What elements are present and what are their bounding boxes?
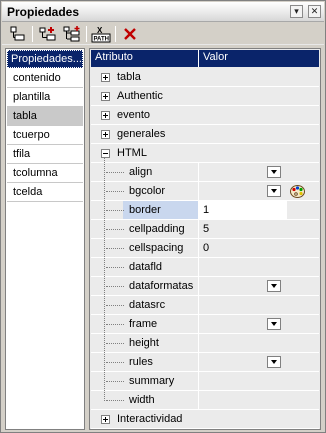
property-name: rules bbox=[129, 356, 153, 368]
property-row-align[interactable]: align bbox=[91, 163, 319, 182]
expand-icon[interactable] bbox=[101, 415, 110, 424]
property-value-field[interactable] bbox=[198, 391, 287, 409]
group-row[interactable]: Interactividad bbox=[91, 410, 319, 429]
group-label: tabla bbox=[117, 71, 141, 83]
property-value-field[interactable] bbox=[198, 182, 287, 200]
column-header-attribute[interactable]: Atributo bbox=[95, 51, 133, 63]
dropdown-arrow-icon[interactable] bbox=[267, 356, 281, 368]
group-label: evento bbox=[117, 109, 151, 121]
property-name: cellspacing bbox=[129, 242, 184, 254]
group-label: HTML bbox=[117, 147, 147, 159]
property-value: 5 bbox=[203, 223, 210, 235]
property-row-width[interactable]: width bbox=[91, 391, 319, 410]
layout-icon[interactable] bbox=[8, 25, 28, 43]
property-value-field[interactable] bbox=[198, 315, 287, 333]
element-list-panel: Propiedades... contenido plantilla tabla tc… bbox=[5, 48, 85, 430]
attribute-grid-header: Atributo Valor bbox=[91, 50, 319, 67]
window-close-button[interactable]: ✕ bbox=[308, 5, 321, 18]
property-name: datafld bbox=[129, 261, 163, 273]
property-value-field[interactable] bbox=[198, 277, 287, 295]
dropdown-arrow-icon[interactable] bbox=[267, 318, 281, 330]
property-name: border bbox=[129, 204, 161, 216]
property-name: align bbox=[129, 166, 153, 178]
dropdown-arrow-icon[interactable] bbox=[267, 185, 281, 197]
property-value: 1 bbox=[203, 204, 210, 216]
expand-icon[interactable] bbox=[101, 130, 110, 139]
group-label: generales bbox=[117, 128, 166, 140]
property-value-field[interactable]: 1 bbox=[198, 201, 287, 219]
property-row-frame[interactable]: frame bbox=[91, 315, 319, 334]
property-value-field[interactable] bbox=[198, 353, 287, 371]
element-list-item-plantilla[interactable]: plantilla bbox=[7, 88, 83, 107]
element-list-item-tcuerpo[interactable]: tcuerpo bbox=[7, 126, 83, 145]
property-value-field[interactable] bbox=[198, 372, 287, 390]
element-list-item-tabla[interactable]: tabla bbox=[7, 107, 83, 126]
property-row-datafld[interactable]: datafld bbox=[91, 258, 319, 277]
group-row[interactable]: HTML bbox=[91, 144, 319, 163]
property-name: height bbox=[129, 337, 159, 349]
property-row-cellpadding[interactable]: cellpadding 5 bbox=[91, 220, 319, 239]
expand-icon[interactable] bbox=[101, 92, 110, 101]
element-list-item-contenido[interactable]: contenido bbox=[7, 69, 83, 88]
group-row[interactable]: generales bbox=[91, 125, 319, 144]
property-value-field[interactable] bbox=[198, 163, 287, 181]
group-row[interactable]: tabla bbox=[91, 68, 319, 87]
element-list-item-tfila[interactable]: tfila bbox=[7, 145, 83, 164]
property-value: 0 bbox=[203, 242, 210, 254]
property-value-field[interactable] bbox=[198, 258, 287, 276]
dropdown-arrow-icon[interactable] bbox=[267, 280, 281, 292]
property-row-summary[interactable]: summary bbox=[91, 372, 319, 391]
xpath-label: PATH bbox=[94, 37, 109, 43]
property-name: frame bbox=[129, 318, 158, 330]
delete-icon[interactable] bbox=[120, 25, 140, 43]
element-list-item-tcolumna[interactable]: tcolumna bbox=[7, 164, 83, 183]
dropdown-arrow-icon[interactable] bbox=[267, 166, 281, 178]
property-value-field[interactable] bbox=[198, 334, 287, 352]
property-row-rules[interactable]: rules bbox=[91, 353, 319, 372]
expand-icon[interactable] bbox=[101, 111, 110, 120]
property-name: datasrc bbox=[129, 299, 166, 311]
group-row[interactable]: Authentic bbox=[91, 87, 319, 106]
element-list-item-tcelda[interactable]: tcelda bbox=[7, 183, 83, 202]
window-menu-button[interactable]: ▾ bbox=[290, 5, 303, 18]
element-list-header[interactable]: Propiedades... bbox=[7, 50, 83, 68]
property-row-cellspacing[interactable]: cellspacing 0 bbox=[91, 239, 319, 258]
property-name: summary bbox=[129, 375, 175, 387]
window-title: Propiedades bbox=[7, 5, 80, 19]
property-value-field[interactable]: 5 bbox=[198, 220, 287, 238]
column-header-value[interactable]: Valor bbox=[203, 51, 228, 63]
property-name: bgcolor bbox=[129, 185, 166, 197]
property-name: cellpadding bbox=[129, 223, 185, 235]
property-row-bgcolor[interactable]: bgcolor bbox=[91, 182, 319, 201]
add-after-icon[interactable] bbox=[62, 25, 82, 43]
collapse-icon[interactable] bbox=[101, 149, 110, 158]
property-value-field[interactable] bbox=[198, 296, 287, 314]
properties-window: Propiedades ▾ ✕ X PATH Propiedades... co… bbox=[0, 0, 326, 433]
property-row-datasrc[interactable]: datasrc bbox=[91, 296, 319, 315]
toolbar: X PATH bbox=[2, 23, 324, 45]
group-label: Interactividad bbox=[117, 413, 183, 425]
property-row-height[interactable]: height bbox=[91, 334, 319, 353]
title-bar: Propiedades ▾ ✕ bbox=[2, 2, 324, 22]
group-label: Authentic bbox=[117, 90, 163, 102]
property-value-field[interactable]: 0 bbox=[198, 239, 287, 257]
property-row-dataformatas[interactable]: dataformatas bbox=[91, 277, 319, 296]
expand-icon[interactable] bbox=[101, 73, 110, 82]
property-name: width bbox=[129, 394, 155, 406]
property-name: dataformatas bbox=[129, 280, 194, 292]
add-before-icon[interactable] bbox=[38, 25, 58, 43]
property-row-border[interactable]: border 1 bbox=[91, 201, 319, 220]
attribute-grid: Atributo Valor tabla Authentic evento gener… bbox=[89, 48, 321, 430]
group-row[interactable]: evento bbox=[91, 106, 319, 125]
color-picker-icon[interactable] bbox=[289, 183, 306, 200]
xpath-icon[interactable]: X PATH bbox=[91, 25, 111, 43]
